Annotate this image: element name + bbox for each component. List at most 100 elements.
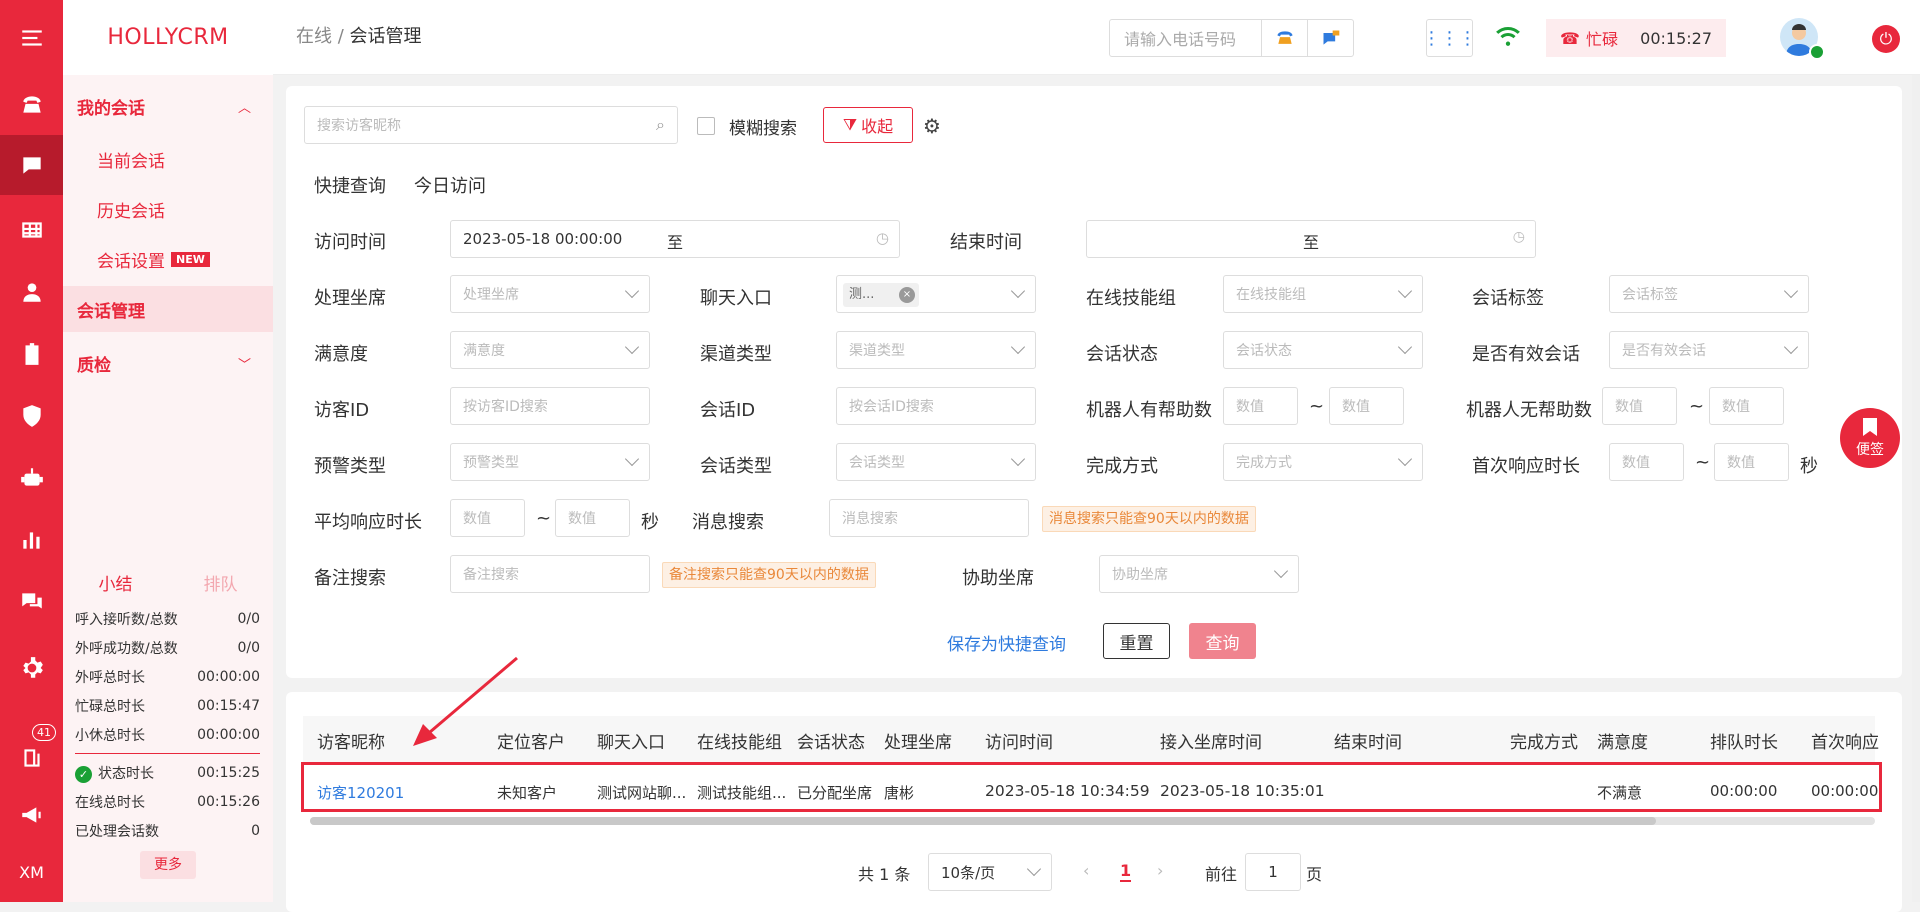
collapse-button[interactable]: ⧩ 收起: [823, 107, 913, 143]
skill-group-placeholder: 在线技能组: [1236, 287, 1306, 303]
nav-my-sessions[interactable]: 我的会话 ︿: [63, 83, 273, 129]
column-header[interactable]: 访问时间: [985, 728, 1053, 753]
nav-history-session[interactable]: 历史会话: [63, 189, 273, 229]
power-icon[interactable]: ⏻: [1872, 25, 1900, 53]
valid-select[interactable]: 是否有效会话: [1609, 331, 1809, 369]
bot-helpful-min[interactable]: 数值: [1223, 387, 1298, 425]
sticky-note-button[interactable]: 便签: [1840, 408, 1900, 468]
column-header[interactable]: 聊天入口: [597, 728, 665, 753]
phone-input[interactable]: 请输入电话号码: [1110, 26, 1261, 50]
column-header[interactable]: 完成方式: [1510, 728, 1578, 753]
dial-button[interactable]: [1261, 20, 1307, 56]
sticky-note-label: 便签: [1856, 442, 1884, 458]
session-type-select[interactable]: 会话类型: [836, 443, 1036, 481]
nav-current-session[interactable]: 当前会话: [63, 139, 273, 179]
chevron-down-icon: [1273, 563, 1289, 579]
seconds-unit: 秒: [641, 512, 659, 533]
chat-icon[interactable]: [0, 135, 63, 195]
phone-icon[interactable]: [0, 75, 63, 135]
visit-time-range[interactable]: 2023-05-18 00:00:00 至 ◷: [450, 220, 900, 258]
nav-quality-check[interactable]: 质检 ﹀: [63, 340, 273, 386]
today-visit-link[interactable]: 今日访问: [414, 172, 486, 198]
chat-entry-tag: 测... ×: [843, 283, 919, 307]
user-icon[interactable]: [0, 262, 63, 322]
chat-entry-select[interactable]: 测... ×: [836, 275, 1036, 313]
vertical-scrollbar[interactable]: [1912, 75, 1920, 902]
next-page-icon[interactable]: ›: [1157, 861, 1163, 880]
shield-icon[interactable]: [0, 386, 63, 446]
bot-helpful-max[interactable]: 数值: [1329, 387, 1404, 425]
column-header[interactable]: 处理坐席: [884, 728, 952, 753]
bot-unhelpful-max[interactable]: 数值: [1709, 387, 1784, 425]
column-header[interactable]: 会话状态: [797, 728, 865, 753]
agent-select[interactable]: 处理坐席: [450, 275, 650, 313]
stat-row: 外呼总时长 00:00:00: [63, 662, 273, 691]
end-time-range[interactable]: 至 ◷: [1086, 220, 1536, 258]
first-resp-max[interactable]: 数值: [1714, 443, 1789, 481]
page-size-select[interactable]: 10条/页: [928, 853, 1052, 891]
avg-resp-max[interactable]: 数值: [555, 499, 630, 537]
book-icon[interactable]: 41: [0, 724, 63, 788]
apps-grid-button[interactable]: ⋮⋮⋮: [1423, 19, 1477, 57]
column-header[interactable]: 满意度: [1597, 728, 1648, 753]
visitor-id-input[interactable]: 按访客ID搜索: [450, 387, 650, 425]
tag-close-icon[interactable]: ×: [899, 287, 915, 303]
page-current[interactable]: 1: [1120, 861, 1132, 882]
column-header[interactable]: 排队时长: [1710, 728, 1778, 753]
fuzzy-search-checkbox[interactable]: [697, 117, 715, 135]
session-id-input[interactable]: 按会话ID搜索: [836, 387, 1036, 425]
sms-button[interactable]: [1307, 20, 1353, 56]
visitor-id-placeholder: 按访客ID搜索: [463, 399, 548, 415]
robot-icon[interactable]: [0, 448, 63, 508]
new-tag: NEW: [171, 251, 210, 267]
prev-page-icon[interactable]: ‹: [1083, 861, 1089, 880]
column-header[interactable]: 首次响应: [1811, 728, 1879, 753]
gear-icon[interactable]: ⚙: [923, 114, 941, 138]
bot-unhelpful-min[interactable]: 数值: [1602, 387, 1677, 425]
satisfaction-label: 满意度: [314, 344, 368, 365]
session-tag-select[interactable]: 会话标签: [1609, 275, 1809, 313]
clipboard-icon[interactable]: [0, 324, 63, 384]
stat-value: 00:15:26: [197, 793, 260, 810]
avg-resp-min[interactable]: 数值: [450, 499, 525, 537]
comments-icon[interactable]: [0, 572, 63, 632]
reset-button[interactable]: 重置: [1103, 623, 1170, 659]
tab-summary[interactable]: 小结: [99, 570, 133, 595]
chevron-down-icon: [1010, 339, 1026, 355]
menu-icon[interactable]: [0, 8, 63, 68]
table-icon[interactable]: [0, 200, 63, 260]
visitor-search-input[interactable]: 搜索访客昵称 ⌕: [304, 106, 678, 144]
column-header[interactable]: 在线技能组: [697, 728, 782, 753]
bar-chart-icon[interactable]: [0, 510, 63, 570]
satisfaction-select[interactable]: 满意度: [450, 331, 650, 369]
megaphone-icon[interactable]: [0, 785, 63, 845]
assist-agent-select[interactable]: 协助坐席: [1099, 555, 1299, 593]
note-search-input[interactable]: 备注搜索: [450, 555, 650, 593]
column-header[interactable]: 结束时间: [1334, 728, 1402, 753]
first-resp-min[interactable]: 数值: [1609, 443, 1684, 481]
nav-session-management[interactable]: 会话管理: [63, 286, 273, 332]
save-quick-query-link[interactable]: 保存为快捷查询: [947, 630, 1066, 655]
channel-select[interactable]: 渠道类型: [836, 331, 1036, 369]
finish-select[interactable]: 完成方式: [1223, 443, 1423, 481]
settings-icon[interactable]: [0, 638, 63, 698]
goto-page-input[interactable]: 1: [1245, 853, 1301, 891]
visitor-name-link[interactable]: 访客120201: [317, 782, 404, 803]
query-button[interactable]: 查询: [1189, 623, 1256, 659]
msg-search-input[interactable]: 消息搜索: [829, 499, 1029, 537]
clock-icon: ◷: [1512, 229, 1525, 245]
chevron-down-icon: [1397, 339, 1413, 355]
alert-type-select[interactable]: 预警类型: [450, 443, 650, 481]
breadcrumb-online[interactable]: 在线: [296, 26, 332, 47]
skill-group-select[interactable]: 在线技能组: [1223, 275, 1423, 313]
column-header[interactable]: 接入坐席时间: [1160, 728, 1262, 753]
agent-status[interactable]: ☎ 忙碌 00:15:27: [1546, 19, 1726, 57]
nav-session-settings[interactable]: 会话设置 NEW: [63, 239, 273, 279]
tab-queue[interactable]: 排队: [204, 570, 238, 595]
table-cell: 不满意: [1597, 784, 1643, 802]
session-status-select[interactable]: 会话状态: [1223, 331, 1423, 369]
more-button[interactable]: 更多: [140, 851, 196, 879]
bookmark-icon: [1863, 418, 1877, 436]
column-header[interactable]: 访客昵称: [317, 728, 385, 753]
horizontal-scrollbar[interactable]: [310, 817, 1875, 825]
